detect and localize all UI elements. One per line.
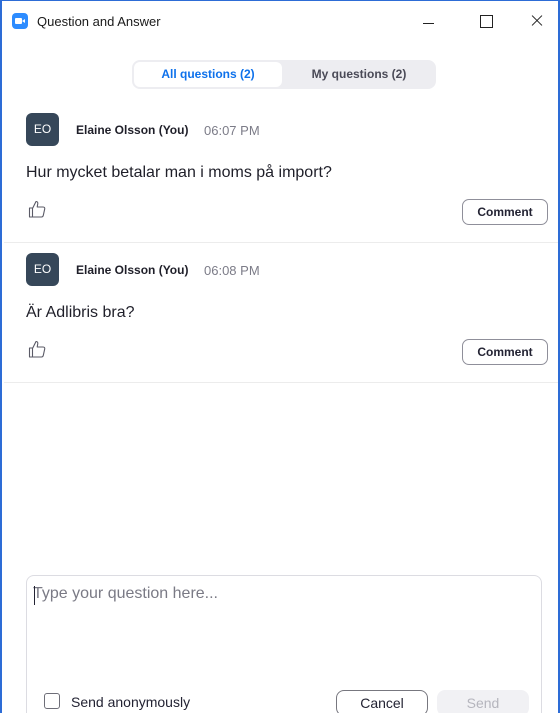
thumbs-up-icon[interactable] [27, 339, 47, 359]
text-caret [34, 586, 35, 605]
question-time: 06:07 PM [204, 123, 260, 138]
avatar: EO [26, 253, 59, 286]
cancel-button[interactable]: Cancel [336, 690, 428, 713]
send-anonymously-label[interactable]: Send anonymously [71, 694, 190, 710]
question-compose-area: Send anonymously Cancel Send [26, 575, 542, 713]
close-button[interactable] [514, 1, 560, 39]
comment-button[interactable]: Comment [462, 199, 548, 225]
thumbs-up-icon[interactable] [27, 199, 47, 219]
qa-window: Question and Answer All questions (2) My… [0, 0, 560, 713]
title-bar: Question and Answer [2, 1, 558, 39]
minimize-button[interactable] [406, 1, 452, 39]
question-author: Elaine Olsson (You) [76, 123, 189, 137]
send-button[interactable]: Send [437, 690, 529, 713]
question-author: Elaine Olsson (You) [76, 263, 189, 277]
question-time: 06:08 PM [204, 263, 260, 278]
question-filter-tabs: All questions (2) My questions (2) [132, 60, 436, 89]
comment-button[interactable]: Comment [462, 339, 548, 365]
window-title: Question and Answer [37, 14, 161, 29]
maximize-button[interactable] [463, 1, 509, 39]
avatar: EO [26, 113, 59, 146]
tab-my-questions[interactable]: My questions (2) [284, 62, 434, 87]
question-item: EO Elaine Olsson (You) 06:08 PM Är Adlib… [4, 243, 558, 383]
send-anonymously-checkbox[interactable] [44, 693, 60, 709]
tab-all-questions[interactable]: All questions (2) [134, 62, 282, 87]
question-text: Hur mycket betalar man i moms på import? [26, 164, 332, 181]
question-item: EO Elaine Olsson (You) 06:07 PM Hur myck… [4, 103, 558, 243]
zoom-app-icon [12, 13, 28, 29]
question-input[interactable] [33, 585, 533, 675]
question-text: Är Adlibris bra? [26, 304, 135, 321]
